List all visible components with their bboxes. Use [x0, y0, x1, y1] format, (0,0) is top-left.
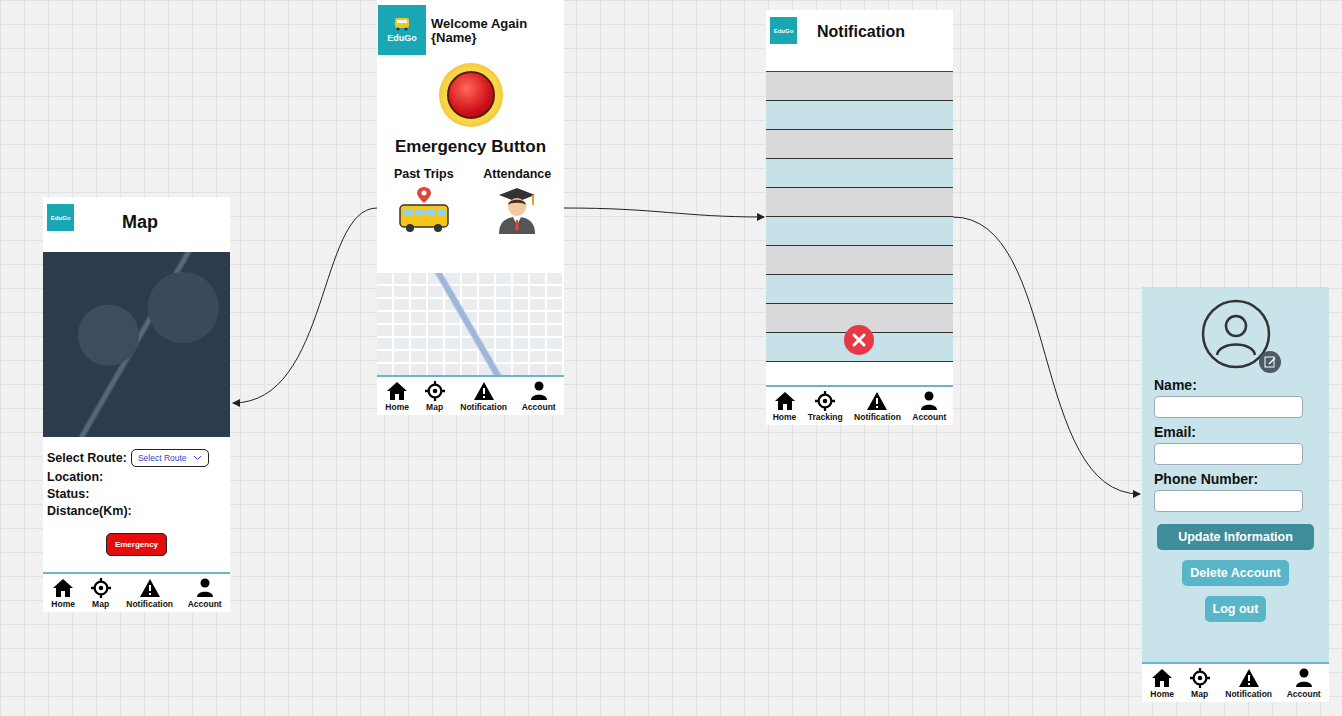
person-icon: [528, 381, 550, 401]
bus-route-icon: [397, 185, 451, 233]
home-tile[interactable]: Attendance: [471, 167, 565, 235]
form-field: Email:: [1154, 424, 1317, 465]
home-icon: [1151, 668, 1173, 688]
nav-item[interactable]: Account: [522, 381, 556, 412]
bottom-nav: Home Map Notification Account: [1142, 662, 1329, 702]
account-button[interactable]: Log out: [1205, 596, 1267, 622]
bottom-nav: Home Map Notification Account: [377, 375, 564, 415]
notification-row[interactable]: [766, 101, 953, 130]
target-icon: [814, 391, 836, 411]
logo: EduGo: [378, 5, 426, 55]
emergency-button[interactable]: Emergency: [106, 533, 167, 556]
text-input[interactable]: [1154, 396, 1303, 418]
target-icon: [90, 578, 112, 598]
notification-row[interactable]: [766, 188, 953, 217]
close-icon[interactable]: [844, 325, 874, 355]
nav-item[interactable]: Account: [188, 578, 222, 609]
bottom-nav: Home Map Notification Account: [43, 572, 230, 612]
form-field: Name:: [1154, 377, 1317, 418]
home-tile[interactable]: Past Trips: [377, 167, 471, 235]
warning-icon: [139, 578, 161, 598]
info-field: Location:: [47, 470, 226, 484]
nav-item[interactable]: Notification: [1225, 668, 1272, 699]
wireframe-canvas: EduGoMapSelect Route:Select RouteLocatio…: [0, 0, 1342, 716]
info-field: Status:: [47, 487, 226, 501]
nav-item[interactable]: Account: [912, 391, 946, 422]
arrow-home-to-map: [233, 208, 377, 403]
notification-row[interactable]: [766, 246, 953, 275]
bus-icon: [394, 17, 410, 31]
map-screen: EduGoMapSelect Route:Select RouteLocatio…: [43, 197, 230, 612]
nav-item[interactable]: Home: [385, 381, 409, 412]
target-icon: [424, 381, 446, 401]
route-info: Select Route:Select Route Location: Status…: [43, 437, 230, 556]
warning-icon: [866, 391, 888, 411]
nav-item[interactable]: Map: [90, 578, 112, 609]
route-dropdown[interactable]: Select Route: [131, 449, 209, 467]
screen-title: Map: [74, 204, 226, 233]
info-field: Distance(Km):: [47, 504, 226, 518]
home-icon: [774, 391, 796, 411]
person-icon: [918, 391, 940, 411]
notification-row[interactable]: [766, 275, 953, 304]
person-icon: [1293, 668, 1315, 688]
emergency-red-button[interactable]: [439, 63, 503, 127]
logo: EduGo: [770, 17, 797, 44]
notification-list: [766, 72, 953, 362]
graduate-icon: [493, 185, 541, 235]
text-input[interactable]: [1154, 490, 1303, 512]
nav-item[interactable]: Notification: [126, 578, 173, 609]
warning-icon: [1238, 668, 1260, 688]
screen-title: Notification: [797, 17, 949, 41]
header: EduGoNotification: [766, 10, 953, 72]
notification-row[interactable]: [766, 217, 953, 246]
home-icon: [52, 578, 74, 598]
arrow-notification-to-account: [953, 217, 1140, 494]
arrow-home-to-notification: [564, 208, 764, 217]
nav-item[interactable]: Home: [51, 578, 75, 609]
map-preview[interactable]: [377, 273, 564, 375]
text-input[interactable]: [1154, 443, 1303, 465]
nav-item[interactable]: Home: [1150, 668, 1174, 699]
account-button[interactable]: Delete Account: [1182, 560, 1289, 586]
nav-item[interactable]: Map: [1189, 668, 1211, 699]
account-actions: Update Information Delete Account Log out: [1142, 524, 1329, 622]
account-form: Name: Email: Phone Number:: [1142, 369, 1329, 512]
nav-item[interactable]: Account: [1287, 668, 1321, 699]
home-icon: [386, 381, 408, 401]
home-tiles: Past TripsAttendance: [377, 167, 564, 235]
notification-row[interactable]: [766, 72, 953, 101]
home-screen: EduGoWelcome Again {Name} Emergency Butto…: [377, 0, 564, 415]
logo: EduGo: [47, 204, 74, 231]
form-field: Phone Number:: [1154, 471, 1317, 512]
header: EduGoWelcome Again {Name}: [377, 0, 564, 55]
account-button[interactable]: Update Information: [1157, 524, 1314, 550]
nav-item[interactable]: Home: [773, 391, 797, 422]
route-select-row: Select Route:Select Route: [47, 449, 226, 467]
avatar[interactable]: [1201, 299, 1271, 369]
chevron-down-icon: [193, 455, 202, 461]
bottom-nav: Home Tracking Notification Account: [766, 385, 953, 425]
header: EduGoMap: [43, 197, 230, 252]
notification-row[interactable]: [766, 159, 953, 188]
nav-item[interactable]: Notification: [460, 381, 507, 412]
welcome-text: Welcome Again {Name}: [431, 5, 541, 46]
notification-row[interactable]: [766, 130, 953, 159]
person-icon: [194, 578, 216, 598]
notification-screen: EduGoNotificationHomeTrackingNotificatio…: [766, 10, 953, 425]
nav-item[interactable]: Tracking: [808, 391, 843, 422]
edit-icon[interactable]: [1259, 351, 1281, 373]
target-icon: [1189, 668, 1211, 688]
warning-icon: [473, 381, 495, 401]
nav-item[interactable]: Notification: [854, 391, 901, 422]
nav-item[interactable]: Map: [424, 381, 446, 412]
map-view[interactable]: [43, 252, 230, 437]
emergency-label: Emergency Button: [377, 137, 564, 157]
account-screen: Name: Email: Phone Number: Update Informati…: [1142, 287, 1329, 702]
